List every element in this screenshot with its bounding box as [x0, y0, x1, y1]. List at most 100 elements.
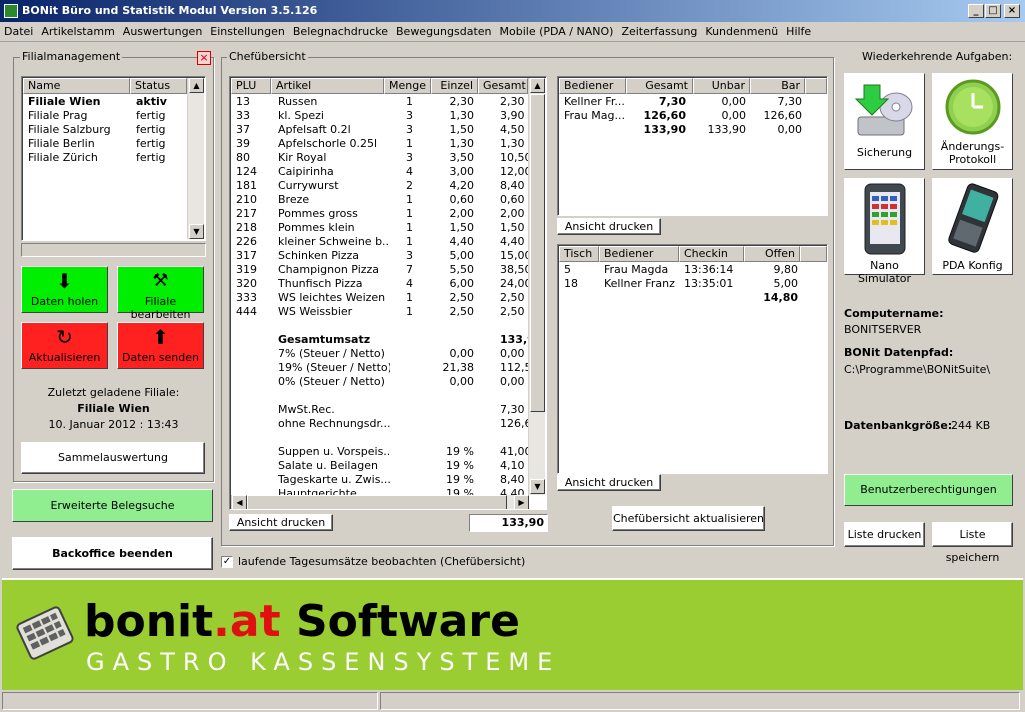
sicherung-tile[interactable]: Sicherung: [844, 73, 925, 170]
menu-8[interactable]: Kundenmenü: [701, 22, 782, 42]
scroll-up-icon[interactable]: ▲: [189, 78, 204, 93]
menu-4[interactable]: Belegnachdrucke: [289, 22, 392, 42]
artikel-row[interactable]: ohne Rechnungsdr... 126,60: [236, 417, 528, 431]
benutzerberechtigungen-button[interactable]: Benutzerberechtigungen: [844, 474, 1013, 506]
filial-close-icon[interactable]: ×: [197, 51, 211, 65]
aktualisieren-button[interactable]: ↻ Aktualisieren: [21, 322, 108, 369]
menu-3[interactable]: Einstellungen: [206, 22, 289, 42]
artikel-row[interactable]: 13 Russen 1 2,30 2,30: [236, 95, 528, 109]
belegsuche-button[interactable]: Erweiterte Belegsuche: [12, 489, 213, 522]
tisch-row[interactable]: 18 Kellner Franz 13:35:01 5,00: [564, 277, 804, 291]
artikel-row[interactable]: 444 WS Weissbier 1 2,50 2,50: [236, 305, 528, 319]
col-header-gesamt[interactable]: Gesamt: [478, 78, 528, 94]
scroll-left-icon[interactable]: ◀: [232, 495, 247, 509]
artikel-row[interactable]: 37 Apfelsaft 0.2l 3 1,50 4,50: [236, 123, 528, 137]
tische-print-button[interactable]: Ansicht drucken: [557, 474, 661, 491]
artikel-print-button[interactable]: Ansicht drucken: [229, 514, 333, 531]
artikel-row[interactable]: 0% (Steuer / Netto) 0,00 0,00: [236, 375, 528, 389]
nano-simulator-tile[interactable]: Nano Simulator: [844, 178, 925, 285]
artikel-row[interactable]: Gesamtumsatz 133,90: [236, 333, 528, 347]
col-header-menge[interactable]: Menge: [384, 78, 431, 94]
artikel-row[interactable]: [236, 389, 528, 403]
tisch-row[interactable]: 5 Frau Magda 13:36:14 9,80: [564, 263, 804, 277]
artikel-hscrollbar[interactable]: ◀ ▶: [231, 495, 529, 509]
menu-0[interactable]: Datei: [0, 22, 37, 42]
artikel-row[interactable]: Salate u. Beilagen 19 % 4,10: [236, 459, 528, 473]
bediener-row[interactable]: Kellner Fr... 7,30 0,00 7,30: [564, 95, 809, 109]
filiale-bearbeiten-button[interactable]: ⚒ Filiale bearbeiten: [117, 266, 204, 321]
artikel-row[interactable]: MwSt.Rec. 7,30: [236, 403, 528, 417]
col-header-unbar[interactable]: Unbar: [693, 78, 750, 94]
scroll-down-icon[interactable]: ▼: [530, 479, 545, 494]
artikel-row[interactable]: 226 kleiner Schweine b... 1 4,40 4,40: [236, 235, 528, 249]
artikel-row[interactable]: 217 Pommes gross 1 2,00 2,00: [236, 207, 528, 221]
scroll-thumb[interactable]: [530, 94, 545, 412]
menu-5[interactable]: Bewegungsdaten: [392, 22, 496, 42]
bediener-row[interactable]: 133,90 133,90 0,00: [564, 123, 809, 137]
col-header-bediener[interactable]: Bediener: [599, 246, 679, 262]
filial-row[interactable]: Filiale Berlin fertig: [28, 137, 188, 151]
artikel-row[interactable]: 319Champignon Pizza75,5038,50: [236, 263, 528, 277]
artikel-row[interactable]: 218 Pommes klein 1 1,50 1,50: [236, 221, 528, 235]
scroll-up-icon[interactable]: ▲: [530, 78, 545, 93]
col-header-filler: [800, 246, 827, 262]
tische-list: Tisch Bediener Checkin Offen 5 Frau Magda…: [557, 244, 828, 474]
daten-holen-button[interactable]: ⬇ Daten holen: [21, 266, 108, 313]
col-header-tisch[interactable]: Tisch: [559, 246, 599, 262]
col-header-checkin[interactable]: Checkin: [679, 246, 744, 262]
tisch-row[interactable]: 14,80: [564, 291, 804, 305]
beobachten-checkbox[interactable]: ✓: [221, 556, 233, 568]
col-header-gesamt[interactable]: Gesamt: [626, 78, 693, 94]
artikel-row[interactable]: Tageskarte u. Zwis... 19 % 8,40: [236, 473, 528, 487]
col-header-bediener[interactable]: Bediener: [559, 78, 626, 94]
bediener-row[interactable]: Frau Mag... 126,60 0,00 126,60: [564, 109, 809, 123]
col-header-name[interactable]: Name: [23, 78, 130, 94]
artikel-row[interactable]: 7% (Steuer / Netto) 0,00 0,00: [236, 347, 528, 361]
artikel-row[interactable]: 320Thunfisch Pizza46,0024,00: [236, 277, 528, 291]
bediener-print-button[interactable]: Ansicht drucken: [557, 218, 661, 235]
artikel-row[interactable]: 210 Breze 1 0,60 0,60: [236, 193, 528, 207]
artikel-row[interactable]: 80Kir Royal33,5010,50: [236, 151, 528, 165]
col-header-status[interactable]: Status: [130, 78, 187, 94]
scroll-down-icon[interactable]: ▼: [189, 224, 204, 239]
filial-scrollbar[interactable]: ▲ ▼: [187, 78, 204, 239]
sammelauswertung-button[interactable]: Sammelauswertung: [21, 442, 205, 474]
artikel-vscrollbar[interactable]: ▲ ▼: [528, 78, 545, 495]
pda-konfig-tile[interactable]: PDA Konfig: [932, 178, 1013, 275]
artikel-row[interactable]: 39 Apfelschorle 0.25l 1 1,30 1,30: [236, 137, 528, 151]
col-header-artikel[interactable]: Artikel: [271, 78, 384, 94]
col-header-einzel[interactable]: Einzel: [431, 78, 478, 94]
col-header-bar[interactable]: Bar: [750, 78, 805, 94]
artikel-row[interactable]: 124Caipirinha43,0012,00: [236, 165, 528, 179]
close-button[interactable]: ×: [1004, 4, 1020, 18]
menu-1[interactable]: Artikelstamm: [37, 22, 118, 42]
col-header-plu[interactable]: PLU: [231, 78, 271, 94]
artikel-row[interactable]: Suppen u. Vorspeis... 19 % 41,00: [236, 445, 528, 459]
minimize-button[interactable]: _: [968, 4, 984, 18]
menu-9[interactable]: Hilfe: [782, 22, 815, 42]
menu-7[interactable]: Zeiterfassung: [617, 22, 701, 42]
scroll-right-icon[interactable]: ▶: [514, 495, 529, 509]
hscroll-thumb[interactable]: [247, 495, 507, 509]
filial-row[interactable]: Filiale Salzburg fertig: [28, 123, 188, 137]
filial-row[interactable]: Filiale Prag fertig: [28, 109, 188, 123]
chef-refresh-button[interactable]: Chefübersicht aktualisieren: [612, 506, 765, 531]
filial-row[interactable]: Filiale Wien aktiv: [28, 95, 188, 109]
menu-6[interactable]: Mobile (PDA / NANO): [496, 22, 618, 42]
artikel-row[interactable]: 181 Currywurst 2 4,20 8,40: [236, 179, 528, 193]
artikel-row[interactable]: [236, 319, 528, 333]
col-header-offen[interactable]: Offen: [744, 246, 800, 262]
artikel-row[interactable]: [236, 431, 528, 445]
liste-speichern-button[interactable]: Liste speichern: [932, 522, 1013, 564]
backoffice-beenden-button[interactable]: Backoffice beenden: [12, 537, 213, 570]
protokoll-tile[interactable]: Änderungs- Protokoll: [932, 73, 1013, 170]
daten-senden-button[interactable]: ⬆ Daten senden: [117, 322, 204, 369]
liste-drucken-button[interactable]: Liste drucken: [844, 522, 925, 547]
menu-2[interactable]: Auswertungen: [119, 22, 207, 42]
artikel-row[interactable]: 19% (Steuer / Netto) 21,38 112,52: [236, 361, 528, 375]
artikel-row[interactable]: 317Schinken Pizza35,0015,00: [236, 249, 528, 263]
filial-row[interactable]: Filiale Zürich fertig: [28, 151, 188, 165]
artikel-row[interactable]: 33 kl. Spezi 3 1,30 3,90: [236, 109, 528, 123]
artikel-row[interactable]: 333 WS leichtes Weizen 1 2,50 2,50: [236, 291, 528, 305]
maximize-button[interactable]: □: [985, 4, 1001, 18]
